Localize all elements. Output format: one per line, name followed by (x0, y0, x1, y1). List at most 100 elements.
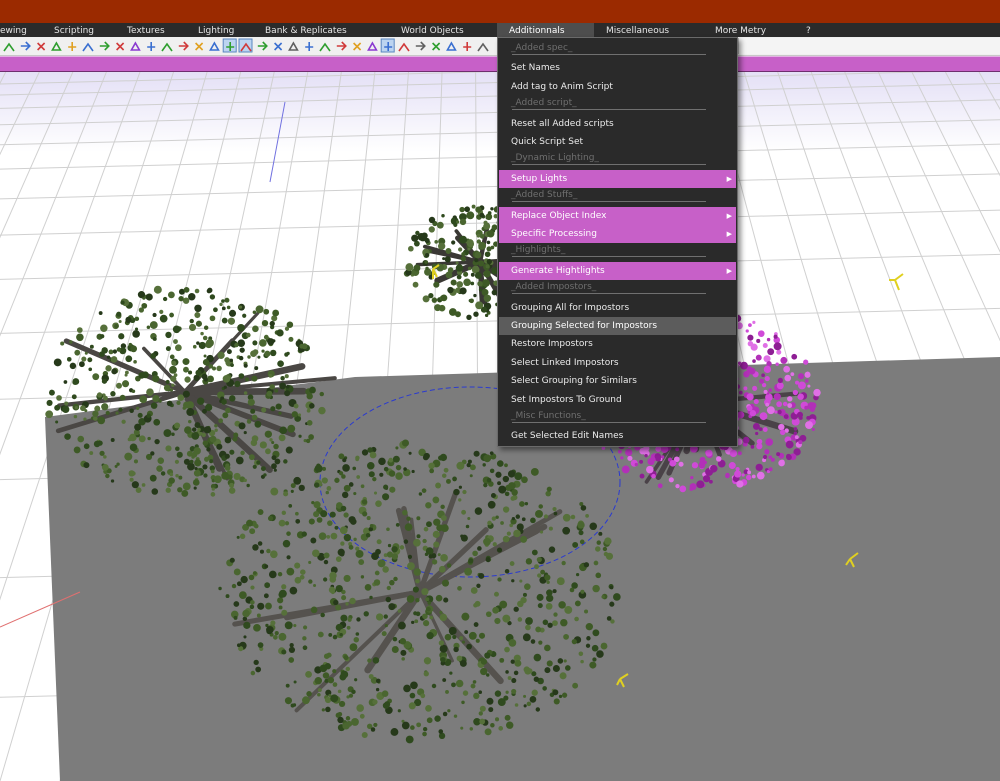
submenu-arrow-icon: ▶ (726, 211, 732, 220)
tool-button-icon[interactable] (319, 42, 331, 52)
menu-item-label: Get Selected Edit Names (511, 431, 624, 442)
submenu-arrow-icon: ▶ (726, 230, 732, 238)
menu-item[interactable]: Get Selected Edit Names (499, 427, 736, 445)
tool-button-icon[interactable] (68, 42, 77, 51)
menu-item-label: Generate Hightlights (511, 265, 605, 276)
menu-item[interactable]: Select Grouping for Similars (499, 372, 736, 390)
tool-button-icon[interactable] (353, 42, 362, 51)
tool-button-icon[interactable] (82, 42, 94, 52)
tool-button-icon[interactable] (51, 41, 62, 51)
separator-line (512, 201, 706, 203)
menu-item-label: Select Linked Impostors (511, 357, 619, 368)
menu-textures[interactable]: Textures (127, 23, 165, 37)
menu-item-label: Setup Lights (511, 173, 568, 184)
separator-line (512, 422, 706, 423)
menu-item[interactable]: Set Impostors To Ground (499, 391, 736, 409)
submenu-item[interactable]: Generate Hightlights ▶ (499, 261, 736, 280)
menu-scripting[interactable]: Scripting (54, 23, 94, 37)
menu-item-label: _Misc Functions_ (511, 411, 586, 421)
tool-button-icon[interactable] (380, 38, 395, 53)
menu-separator: _Highlights_ (499, 243, 736, 261)
menu-world-objects[interactable]: World Objects (401, 23, 464, 37)
menu-item-label: Set Impostors To Ground (511, 394, 622, 405)
menu-bank-replicates[interactable]: Bank & Replicates (265, 23, 347, 37)
submenu-arrow-icon: ▶ (726, 266, 732, 275)
tool-button-icon[interactable] (3, 42, 15, 52)
menu-item-label: Select Grouping for Similars (511, 376, 637, 387)
additionnals-dropdown-menu: _Added spec_ Set Names Add tag to Anim Scr… (497, 37, 738, 447)
tool-button-icon[interactable] (432, 42, 441, 51)
menu-separator: _Misc Functions_ (499, 409, 736, 427)
menu-item[interactable]: Reset all Added scripts (499, 115, 736, 133)
menu-item-label: Add tag to Anim Script (511, 81, 613, 92)
tool-button-icon[interactable] (37, 42, 46, 51)
menu-item[interactable]: Select Linked Impostors (499, 354, 736, 372)
submenu-arrow-icon: ▶ (726, 174, 732, 183)
menu-item-label: Specific Processing (511, 229, 597, 239)
menu-item-label: Grouping Selected for Impostors (511, 321, 658, 331)
menu-item-label: _Highlights_ (511, 245, 566, 256)
tool-button-icon[interactable] (116, 42, 125, 51)
submenu-item[interactable]: Setup Lights ▶ (499, 169, 736, 188)
menu-miscellaneous[interactable]: Miscellaneous (606, 23, 669, 37)
tool-button-icon[interactable] (398, 42, 410, 52)
tool-button-icon[interactable] (463, 42, 472, 51)
tool-button-icon[interactable] (238, 38, 253, 53)
menu-item-label: _Added script_ (511, 98, 577, 109)
menu-help[interactable]: ? (806, 23, 811, 37)
tool-button-icon[interactable] (195, 42, 204, 51)
menu-item-label: Restore Impostors (511, 339, 593, 350)
tool-button-icon[interactable] (99, 41, 110, 51)
tool-button-icon[interactable] (178, 41, 189, 51)
menu-item[interactable]: Add tag to Anim Script (499, 78, 736, 96)
menu-separator: _Added Stuffs_ (499, 188, 736, 206)
menu-item[interactable]: Quick Script Set (499, 133, 736, 151)
menu-item-label: Replace Object Index (511, 210, 607, 221)
tool-button-icon[interactable] (222, 38, 237, 53)
tool-button-icon[interactable] (274, 42, 283, 51)
tool-button-icon[interactable] (257, 41, 268, 51)
tool-button-icon[interactable] (288, 41, 299, 51)
tool-button-icon[interactable] (20, 41, 31, 51)
tool-button-icon[interactable] (305, 42, 314, 51)
menu-item-label: _Dynamic Lighting_ (511, 153, 599, 164)
menu-item[interactable]: Set Names (499, 59, 736, 77)
separator-line (512, 164, 706, 166)
tool-button-icon[interactable] (367, 41, 378, 51)
separator-line (512, 109, 706, 111)
menu-lighting[interactable]: Lighting (198, 23, 234, 37)
tool-button-icon[interactable] (161, 42, 173, 52)
menu-separator: _Added Impostors_ (499, 280, 736, 298)
menu-item[interactable]: Grouping All for Impostors (499, 299, 736, 317)
menu-more-metry[interactable]: More Metry (715, 23, 766, 37)
menu-item-label: Reset all Added scripts (511, 118, 614, 129)
title-bar (0, 0, 1000, 23)
menu-bar: ewing Scripting Textures Lighting Bank &… (0, 23, 1000, 37)
menu-item-label: Set Names (511, 63, 560, 74)
menu-item-label: _Added Impostors_ (511, 282, 597, 293)
separator-line (512, 256, 706, 258)
menu-viewing[interactable]: ewing (0, 23, 27, 37)
menu-item-label: _Added spec_ (511, 43, 573, 53)
tool-button-icon[interactable] (336, 41, 347, 51)
submenu-item[interactable]: Specific Processing ▶ (499, 225, 736, 243)
tool-button-icon[interactable] (477, 42, 489, 52)
menu-item-label: _Added Stuffs_ (511, 190, 578, 201)
menu-separator: _Dynamic Lighting_ (499, 151, 736, 169)
separator-line (512, 293, 706, 295)
menu-item-label: Quick Script Set (511, 137, 584, 147)
separator-line (512, 54, 706, 55)
submenu-item[interactable]: Replace Object Index ▶ (499, 206, 736, 225)
menu-item[interactable]: Grouping Selected for Impostors (499, 317, 736, 335)
tool-button-icon[interactable] (147, 42, 156, 51)
tool-button-icon[interactable] (415, 41, 426, 51)
menu-separator: _Added script_ (499, 96, 736, 114)
tool-button-icon[interactable] (130, 41, 141, 51)
menu-item-label: Grouping All for Impostors (511, 302, 630, 313)
toolbar-empty-area (738, 38, 1000, 54)
menu-separator: _Added spec_ (499, 41, 736, 59)
menu-additionnals[interactable]: Additionnals (497, 23, 594, 37)
tool-button-icon[interactable] (446, 41, 457, 51)
menu-item[interactable]: Restore Impostors (499, 335, 736, 353)
tool-button-icon[interactable] (209, 41, 220, 51)
